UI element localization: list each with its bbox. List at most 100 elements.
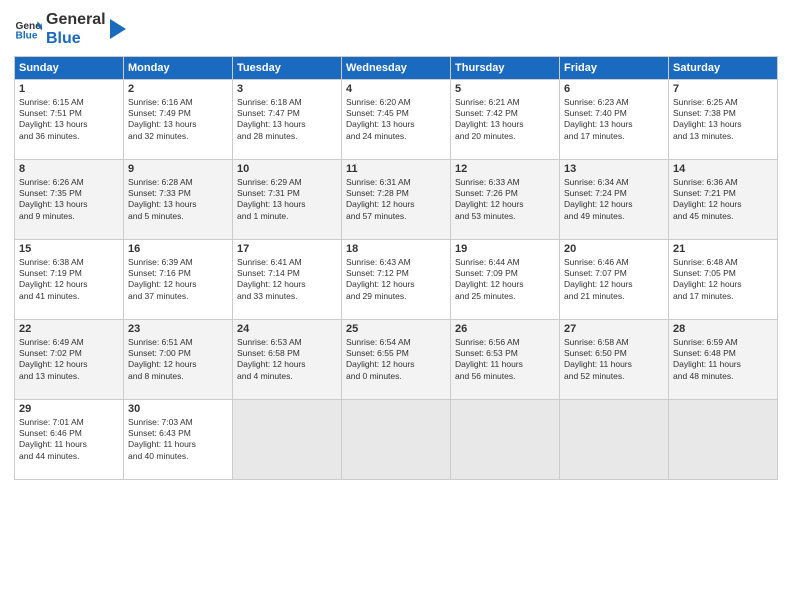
day-info-line: Sunset: 7:09 PM bbox=[455, 268, 555, 279]
day-info-line: Sunrise: 6:39 AM bbox=[128, 257, 228, 268]
day-number: 7 bbox=[673, 83, 773, 95]
day-info-line: Sunset: 7:51 PM bbox=[19, 108, 119, 119]
day-info-line: Daylight: 12 hours bbox=[19, 359, 119, 370]
day-info-line: and 0 minutes. bbox=[346, 371, 446, 382]
day-info-line: Sunrise: 6:28 AM bbox=[128, 177, 228, 188]
day-info-line: and 49 minutes. bbox=[564, 211, 664, 222]
day-info-line: Sunrise: 6:59 AM bbox=[673, 337, 773, 348]
day-info-line: Daylight: 13 hours bbox=[128, 199, 228, 210]
day-info-line: Sunrise: 7:01 AM bbox=[19, 417, 119, 428]
day-number: 12 bbox=[455, 163, 555, 175]
day-cell: 28Sunrise: 6:59 AMSunset: 6:48 PMDayligh… bbox=[669, 320, 778, 400]
day-cell: 12Sunrise: 6:33 AMSunset: 7:26 PMDayligh… bbox=[451, 160, 560, 240]
day-info-line: Daylight: 13 hours bbox=[455, 119, 555, 130]
day-info-line: Daylight: 12 hours bbox=[128, 279, 228, 290]
day-info-line: Daylight: 12 hours bbox=[455, 279, 555, 290]
week-row-0: 1 Sunrise: 6:15 AMSunset: 7:51 PM Daylight… bbox=[15, 80, 778, 160]
day-info-line: Sunrise: 6:18 AM bbox=[237, 97, 337, 108]
day-number: 4 bbox=[346, 83, 446, 95]
day-info-line: Sunset: 7:07 PM bbox=[564, 268, 664, 279]
day-info-line: and 21 minutes. bbox=[564, 291, 664, 302]
day-info-line: Sunrise: 6:48 AM bbox=[673, 257, 773, 268]
day-info-line: Sunrise: 6:15 AM bbox=[19, 97, 119, 108]
day-info-line: Sunset: 7:47 PM bbox=[237, 108, 337, 119]
header-tuesday: Tuesday bbox=[233, 57, 342, 80]
day-number: 14 bbox=[673, 163, 773, 175]
logo: General Blue General Blue bbox=[14, 10, 126, 48]
day-cell: 6Sunrise: 6:23 AMSunset: 7:40 PMDaylight… bbox=[560, 80, 669, 160]
logo-general: General bbox=[46, 10, 106, 29]
header-monday: Monday bbox=[124, 57, 233, 80]
day-info-line: Sunrise: 6:41 AM bbox=[237, 257, 337, 268]
day-info-line: Sunset: 6:50 PM bbox=[564, 348, 664, 359]
day-info-line: Daylight: 12 hours bbox=[564, 199, 664, 210]
day-info-line: and 28 minutes. bbox=[237, 131, 337, 142]
day-info-line: Sunset: 7:49 PM bbox=[128, 108, 228, 119]
day-info-line: Daylight: 13 hours bbox=[673, 119, 773, 130]
day-info-line: Sunrise: 6:53 AM bbox=[237, 337, 337, 348]
day-number: 18 bbox=[346, 243, 446, 255]
day-number: 3 bbox=[237, 83, 337, 95]
day-info-line: Daylight: 12 hours bbox=[673, 199, 773, 210]
day-info-line: and 29 minutes. bbox=[346, 291, 446, 302]
day-cell: 17Sunrise: 6:41 AMSunset: 7:14 PMDayligh… bbox=[233, 240, 342, 320]
day-info-line: Sunset: 7:19 PM bbox=[19, 268, 119, 279]
header: General Blue General Blue bbox=[14, 10, 778, 48]
day-info-line: Sunset: 7:33 PM bbox=[128, 188, 228, 199]
day-info-line: Sunrise: 6:49 AM bbox=[19, 337, 119, 348]
day-info-line: Sunrise: 6:23 AM bbox=[564, 97, 664, 108]
day-info-line: Sunset: 7:14 PM bbox=[237, 268, 337, 279]
day-info-line: and 45 minutes. bbox=[673, 211, 773, 222]
day-info-line: and 52 minutes. bbox=[564, 371, 664, 382]
day-number: 20 bbox=[564, 243, 664, 255]
day-cell: 7Sunrise: 6:25 AMSunset: 7:38 PMDaylight… bbox=[669, 80, 778, 160]
day-number: 2 bbox=[128, 83, 228, 95]
day-cell: 3Sunrise: 6:18 AMSunset: 7:47 PMDaylight… bbox=[233, 80, 342, 160]
day-info-line: Sunrise: 6:16 AM bbox=[128, 97, 228, 108]
day-cell: 29Sunrise: 7:01 AMSunset: 6:46 PMDayligh… bbox=[15, 400, 124, 480]
day-cell bbox=[669, 400, 778, 480]
day-cell: 26Sunrise: 6:56 AMSunset: 6:53 PMDayligh… bbox=[451, 320, 560, 400]
page-container: General Blue General Blue SundayMondayTu… bbox=[0, 0, 792, 490]
day-info-line: and 37 minutes. bbox=[128, 291, 228, 302]
day-number: 25 bbox=[346, 323, 446, 335]
day-number: 19 bbox=[455, 243, 555, 255]
day-number: 21 bbox=[673, 243, 773, 255]
day-number: 5 bbox=[455, 83, 555, 95]
day-info-line: Sunset: 7:45 PM bbox=[346, 108, 446, 119]
day-info-line: Sunset: 7:35 PM bbox=[19, 188, 119, 199]
day-cell: 10Sunrise: 6:29 AMSunset: 7:31 PMDayligh… bbox=[233, 160, 342, 240]
day-number: 13 bbox=[564, 163, 664, 175]
day-info-line: Sunset: 7:40 PM bbox=[564, 108, 664, 119]
day-info-line: Sunset: 7:26 PM bbox=[455, 188, 555, 199]
day-number: 26 bbox=[455, 323, 555, 335]
day-info-line: Sunrise: 6:25 AM bbox=[673, 97, 773, 108]
day-cell: 16Sunrise: 6:39 AMSunset: 7:16 PMDayligh… bbox=[124, 240, 233, 320]
day-info-line: Sunrise: 6:56 AM bbox=[455, 337, 555, 348]
day-number: 28 bbox=[673, 323, 773, 335]
day-info-line: Daylight: 12 hours bbox=[346, 279, 446, 290]
calendar-table: SundayMondayTuesdayWednesdayThursdayFrid… bbox=[14, 56, 778, 480]
calendar-header-row: SundayMondayTuesdayWednesdayThursdayFrid… bbox=[15, 57, 778, 80]
day-cell: 11Sunrise: 6:31 AMSunset: 7:28 PMDayligh… bbox=[342, 160, 451, 240]
day-info-line: Sunrise: 6:51 AM bbox=[128, 337, 228, 348]
day-cell: 14Sunrise: 6:36 AMSunset: 7:21 PMDayligh… bbox=[669, 160, 778, 240]
day-info-line: Sunset: 7:16 PM bbox=[128, 268, 228, 279]
day-number: 8 bbox=[19, 163, 119, 175]
day-number: 10 bbox=[237, 163, 337, 175]
day-info-line: Sunset: 6:43 PM bbox=[128, 428, 228, 439]
week-row-4: 29Sunrise: 7:01 AMSunset: 6:46 PMDayligh… bbox=[15, 400, 778, 480]
day-info-line: and 4 minutes. bbox=[237, 371, 337, 382]
day-info-line: Daylight: 11 hours bbox=[19, 439, 119, 450]
day-info-line: and 44 minutes. bbox=[19, 451, 119, 462]
day-cell: 18Sunrise: 6:43 AMSunset: 7:12 PMDayligh… bbox=[342, 240, 451, 320]
logo-icon: General Blue bbox=[14, 15, 42, 43]
week-row-3: 22Sunrise: 6:49 AMSunset: 7:02 PMDayligh… bbox=[15, 320, 778, 400]
day-number: 1 bbox=[19, 83, 119, 95]
day-info-line: Sunrise: 6:54 AM bbox=[346, 337, 446, 348]
day-number: 17 bbox=[237, 243, 337, 255]
day-info-line: Daylight: 12 hours bbox=[455, 199, 555, 210]
day-cell: 27Sunrise: 6:58 AMSunset: 6:50 PMDayligh… bbox=[560, 320, 669, 400]
header-friday: Friday bbox=[560, 57, 669, 80]
day-info-line: Sunset: 7:28 PM bbox=[346, 188, 446, 199]
